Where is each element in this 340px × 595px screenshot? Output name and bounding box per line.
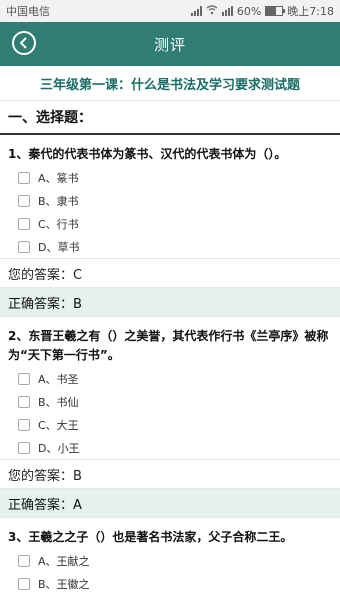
- status-bar: 中国电信 60% 晚上7:18: [0, 0, 340, 22]
- question-block: 1、秦代的代表书体为篆书、汉代的代表书体为（）。 A、篆书 B、隶书 C、行书 …: [0, 135, 340, 317]
- options-list: A、篆书 B、隶书 C、行书 D、草书: [0, 164, 340, 258]
- your-answer: 您的答案：C: [0, 258, 340, 287]
- battery-percent: 60%: [236, 4, 262, 18]
- signal-icon: [190, 6, 202, 16]
- options-list: A、王献之 B、王徽之: [0, 547, 340, 595]
- your-answer: 您的答案：B: [0, 459, 340, 488]
- option-label: A、王献之: [38, 554, 90, 568]
- checkbox[interactable]: [18, 372, 30, 385]
- checkbox[interactable]: [18, 441, 30, 454]
- option-label: A、篆书: [38, 171, 79, 185]
- option-label: D、小王: [38, 441, 80, 455]
- battery-icon: [265, 6, 286, 16]
- option-c[interactable]: C、行书: [18, 212, 340, 235]
- page-title: 测评: [153, 35, 186, 54]
- option-b[interactable]: B、隶书: [18, 189, 340, 212]
- option-label: A、书圣: [38, 372, 79, 386]
- option-a[interactable]: A、书圣: [18, 367, 340, 390]
- quiz-title: 三年级第一课：什么是书法及学习要求测试题: [0, 66, 340, 101]
- app-header: 测评: [0, 22, 340, 66]
- option-d[interactable]: D、小王: [18, 436, 340, 459]
- option-label: D、草书: [38, 240, 80, 254]
- options-list: A、书圣 B、书仙 C、大王 D、小王: [0, 365, 340, 459]
- correct-answer: 正确答案：A: [0, 488, 340, 518]
- checkbox[interactable]: [18, 194, 30, 207]
- back-icon: [19, 37, 27, 49]
- option-label: B、书仙: [38, 395, 79, 409]
- checkbox[interactable]: [18, 577, 30, 590]
- option-b[interactable]: B、书仙: [18, 390, 340, 413]
- question-text: 3、王羲之之子（）也是著名书法家，父子合称二王。: [8, 530, 293, 544]
- section-title: 一、选择题：: [0, 101, 340, 135]
- question-block: 3、王羲之之子（）也是著名书法家，父子合称二王。 A、王献之 B、王徽之: [0, 518, 340, 595]
- status-indicators: 60% 晚上7:18: [190, 3, 334, 19]
- question-text: 1、秦代的代表书体为篆书、汉代的代表书体为（）。: [8, 147, 287, 161]
- question-block: 2、东晋王羲之有（）之美誉，其代表作行书《兰亭序》被称为“天下第一行书”。 A、…: [0, 317, 340, 518]
- option-b[interactable]: B、王徽之: [18, 572, 340, 595]
- back-button[interactable]: [12, 31, 36, 55]
- option-label: C、大王: [38, 418, 79, 432]
- wifi-icon: [206, 4, 218, 18]
- checkbox[interactable]: [18, 217, 30, 230]
- clock: 晚上7:18: [287, 5, 334, 18]
- carrier-label: 中国电信: [6, 5, 50, 18]
- checkbox[interactable]: [18, 418, 30, 431]
- option-c[interactable]: C、大王: [18, 413, 340, 436]
- checkbox[interactable]: [18, 171, 30, 184]
- checkbox[interactable]: [18, 395, 30, 408]
- option-label: B、隶书: [38, 194, 79, 208]
- option-d[interactable]: D、草书: [18, 235, 340, 258]
- correct-answer: 正确答案：B: [0, 287, 340, 317]
- checkbox[interactable]: [18, 554, 30, 567]
- battery-fill: [266, 7, 276, 15]
- checkbox[interactable]: [18, 240, 30, 253]
- question-text: 2、东晋王羲之有（）之美誉，其代表作行书《兰亭序》被称为“天下第一行书”。: [8, 329, 329, 362]
- cellular-icon: [221, 6, 233, 16]
- option-label: B、王徽之: [38, 577, 90, 591]
- option-a[interactable]: A、篆书: [18, 166, 340, 189]
- option-label: C、行书: [38, 217, 79, 231]
- option-a[interactable]: A、王献之: [18, 549, 340, 572]
